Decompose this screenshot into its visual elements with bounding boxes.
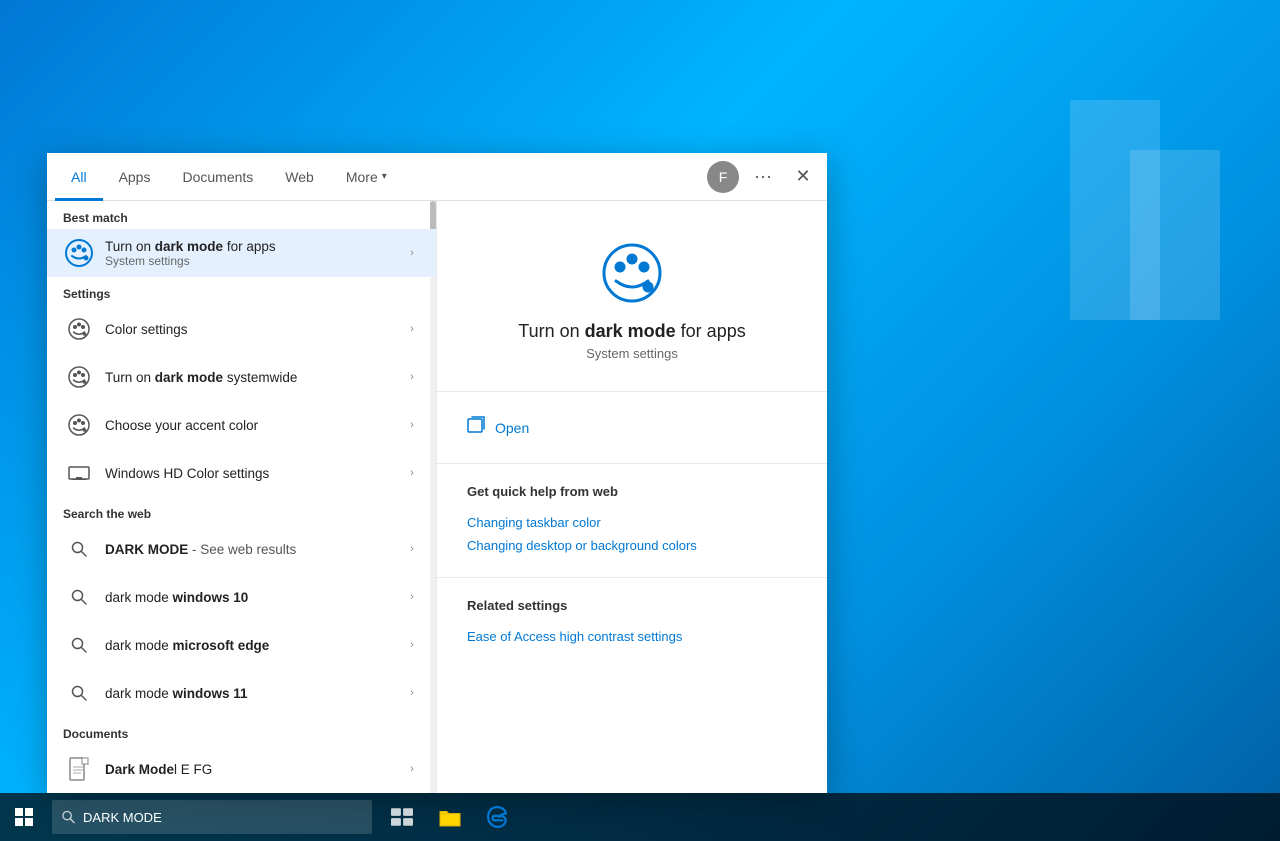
documents-label: Documents bbox=[47, 717, 436, 745]
web-dark-mode-win10[interactable]: dark mode windows 10 › bbox=[47, 573, 436, 621]
quick-link-desktop[interactable]: Changing desktop or background colors bbox=[467, 534, 797, 557]
best-match-title: Turn on dark mode for apps bbox=[105, 239, 404, 254]
web-search-icon-3 bbox=[63, 629, 95, 661]
document-icon bbox=[63, 753, 95, 785]
windows-logo-icon bbox=[15, 808, 33, 826]
taskbar-search-box[interactable] bbox=[52, 800, 372, 834]
web-dark-mode-win10-title: dark mode windows 10 bbox=[105, 590, 404, 605]
open-window-icon bbox=[467, 416, 485, 439]
file-explorer-button[interactable] bbox=[428, 793, 472, 841]
web-search-icon-4 bbox=[63, 677, 95, 709]
doc-dark-model[interactable]: Dark Model E FG › bbox=[47, 745, 436, 793]
color-settings-chevron: › bbox=[404, 321, 420, 337]
tab-all[interactable]: All bbox=[55, 153, 103, 201]
web-dark-mode-edge-chevron: › bbox=[404, 637, 420, 653]
more-options-button[interactable]: ··· bbox=[747, 161, 779, 193]
web-dark-mode-edge-title: dark mode microsoft edge bbox=[105, 638, 404, 653]
web-search-label: Search the web bbox=[47, 497, 436, 525]
start-button[interactable] bbox=[0, 793, 48, 841]
search-panel: All Apps Documents Web More ▾ F ··· ✕ bbox=[47, 153, 827, 793]
left-panel: Best match Turn on dark mode for apps bbox=[47, 201, 437, 793]
open-section: Open bbox=[437, 392, 827, 464]
web-dark-mode-main-title: DARK MODE - See web results bbox=[105, 542, 404, 557]
taskbar-app-icons bbox=[380, 793, 520, 841]
settings-accent-color[interactable]: Choose your accent color › bbox=[47, 401, 436, 449]
quick-link-taskbar[interactable]: Changing taskbar color bbox=[467, 511, 797, 534]
web-dark-mode-main-chevron: › bbox=[404, 541, 420, 557]
doc-dark-model-text: Dark Model E FG bbox=[105, 762, 404, 777]
web-dark-mode-win11[interactable]: dark mode windows 11 › bbox=[47, 669, 436, 717]
dark-mode-systemwide-icon bbox=[63, 361, 95, 393]
taskbar-search-input[interactable] bbox=[83, 810, 362, 825]
best-match-label: Best match bbox=[47, 201, 436, 229]
color-settings-icon bbox=[63, 313, 95, 345]
web-search-icon-1 bbox=[63, 533, 95, 565]
color-settings-text: Color settings bbox=[105, 322, 404, 337]
taskbar-search-icon bbox=[62, 810, 75, 824]
open-label: Open bbox=[495, 420, 529, 436]
hd-color-text: Windows HD Color settings bbox=[105, 466, 404, 481]
doc-dark-model-title: Dark Model E FG bbox=[105, 762, 404, 777]
web-dark-mode-win10-text: dark mode windows 10 bbox=[105, 590, 404, 605]
related-settings-section: Related settings Ease of Access high con… bbox=[437, 578, 827, 668]
best-match-text: Turn on dark mode for apps System settin… bbox=[105, 239, 404, 268]
right-header: Turn on dark mode for apps System settin… bbox=[437, 201, 827, 392]
settings-dark-mode-systemwide[interactable]: Turn on dark mode systemwide › bbox=[47, 353, 436, 401]
dark-mode-systemwide-title: Turn on dark mode systemwide bbox=[105, 370, 404, 385]
web-dark-mode-main[interactable]: DARK MODE - See web results › bbox=[47, 525, 436, 573]
taskbar bbox=[0, 793, 1280, 841]
taskview-button[interactable] bbox=[380, 793, 424, 841]
settings-hd-color[interactable]: Windows HD Color settings › bbox=[47, 449, 436, 497]
related-link-contrast[interactable]: Ease of Access high contrast settings bbox=[467, 625, 797, 648]
accent-color-chevron: › bbox=[404, 417, 420, 433]
hd-color-icon bbox=[63, 457, 95, 489]
accent-color-text: Choose your accent color bbox=[105, 418, 404, 433]
tab-more[interactable]: More ▾ bbox=[330, 153, 403, 201]
accent-color-title: Choose your accent color bbox=[105, 418, 404, 433]
web-dark-mode-win11-title: dark mode windows 11 bbox=[105, 686, 404, 701]
close-button[interactable]: ✕ bbox=[787, 161, 819, 193]
open-button[interactable]: Open bbox=[467, 412, 797, 443]
user-avatar-button[interactable]: F bbox=[707, 161, 739, 193]
paint-palette-icon bbox=[63, 237, 95, 269]
edge-browser-button[interactable] bbox=[476, 793, 520, 841]
right-title: Turn on dark mode for apps bbox=[518, 321, 745, 342]
web-dark-mode-win10-chevron: › bbox=[404, 589, 420, 605]
tab-web[interactable]: Web bbox=[269, 153, 330, 201]
decorative-window-2 bbox=[1130, 150, 1220, 320]
quick-help-title: Get quick help from web bbox=[467, 484, 797, 499]
best-match-chevron: › bbox=[404, 245, 420, 261]
web-dark-mode-win11-text: dark mode windows 11 bbox=[105, 686, 404, 701]
right-paint-icon bbox=[600, 241, 664, 305]
related-settings-title: Related settings bbox=[467, 598, 797, 613]
right-subtitle: System settings bbox=[586, 346, 678, 361]
web-dark-mode-main-text: DARK MODE - See web results bbox=[105, 542, 404, 557]
quick-help-section: Get quick help from web Changing taskbar… bbox=[437, 464, 827, 578]
tab-documents[interactable]: Documents bbox=[166, 153, 269, 201]
web-dark-mode-edge-text: dark mode microsoft edge bbox=[105, 638, 404, 653]
accent-color-icon bbox=[63, 409, 95, 441]
settings-label: Settings bbox=[47, 277, 436, 305]
settings-color-settings[interactable]: Color settings › bbox=[47, 305, 436, 353]
hd-color-title: Windows HD Color settings bbox=[105, 466, 404, 481]
best-match-item[interactable]: Turn on dark mode for apps System settin… bbox=[47, 229, 436, 277]
search-content: Best match Turn on dark mode for apps bbox=[47, 201, 827, 793]
tab-bar: All Apps Documents Web More ▾ F ··· ✕ bbox=[47, 153, 827, 201]
dark-mode-systemwide-text: Turn on dark mode systemwide bbox=[105, 370, 404, 385]
web-dark-mode-edge[interactable]: dark mode microsoft edge › bbox=[47, 621, 436, 669]
color-settings-title: Color settings bbox=[105, 322, 404, 337]
doc-dark-model-chevron: › bbox=[404, 761, 420, 777]
web-dark-mode-win11-chevron: › bbox=[404, 685, 420, 701]
hd-color-chevron: › bbox=[404, 465, 420, 481]
tab-actions: F ··· ✕ bbox=[707, 161, 819, 193]
web-search-icon-2 bbox=[63, 581, 95, 613]
tab-apps[interactable]: Apps bbox=[103, 153, 167, 201]
best-match-subtitle: System settings bbox=[105, 254, 404, 268]
dark-mode-systemwide-chevron: › bbox=[404, 369, 420, 385]
right-panel: Turn on dark mode for apps System settin… bbox=[437, 201, 827, 793]
